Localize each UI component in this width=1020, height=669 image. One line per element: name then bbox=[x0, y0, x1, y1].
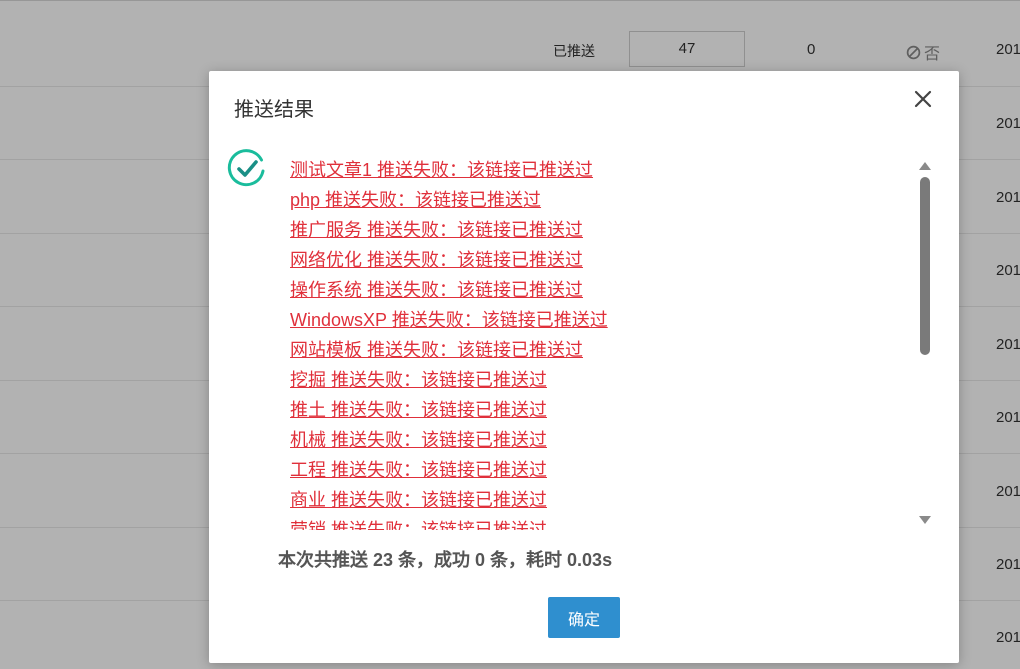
scroll-down-arrow-icon[interactable] bbox=[918, 515, 932, 525]
result-item: WindowsXP 推送失败：该链接已推送过 bbox=[290, 310, 608, 330]
result-item: 推土 推送失败：该链接已推送过 bbox=[290, 400, 547, 420]
push-summary: 本次共推送 23 条，成功 0 条，耗时 0.03s bbox=[278, 550, 613, 570]
push-result-list[interactable]: 测试文章1 推送失败：该链接已推送过 php 推送失败：该链接已推送过 推广服务… bbox=[290, 155, 920, 530]
result-item: 网站模板 推送失败：该链接已推送过 bbox=[290, 340, 583, 360]
result-item: 挖掘 推送失败：该链接已推送过 bbox=[290, 370, 547, 390]
scroll-up-arrow-icon[interactable] bbox=[918, 161, 932, 171]
result-item: php 推送失败：该链接已推送过 bbox=[290, 190, 542, 210]
result-item: 操作系统 推送失败：该链接已推送过 bbox=[290, 280, 583, 300]
close-button[interactable] bbox=[911, 87, 935, 111]
result-item: 工程 推送失败：该链接已推送过 bbox=[290, 460, 547, 480]
confirm-button[interactable]: 确定 bbox=[548, 597, 620, 638]
result-item: 网络优化 推送失败：该链接已推送过 bbox=[290, 250, 583, 270]
close-icon bbox=[914, 90, 932, 108]
dialog-title: 推送结果 bbox=[234, 99, 314, 121]
push-result-dialog: 推送结果 测试文章1 推送失败：该链接已推送过 php 推送失败：该链接已推送过… bbox=[209, 71, 959, 663]
result-scrollbar[interactable] bbox=[916, 159, 934, 527]
result-item: 推广服务 推送失败：该链接已推送过 bbox=[290, 220, 583, 240]
result-item: 营销 推送失败：该链接已推送过 bbox=[290, 520, 547, 530]
result-item: 测试文章1 推送失败：该链接已推送过 bbox=[290, 160, 594, 180]
result-item: 商业 推送失败：该链接已推送过 bbox=[290, 490, 547, 510]
scrollbar-thumb[interactable] bbox=[920, 177, 930, 355]
result-item: 机械 推送失败：该链接已推送过 bbox=[290, 430, 547, 450]
check-circle-icon bbox=[227, 149, 265, 187]
scrollbar-track[interactable] bbox=[920, 177, 930, 509]
